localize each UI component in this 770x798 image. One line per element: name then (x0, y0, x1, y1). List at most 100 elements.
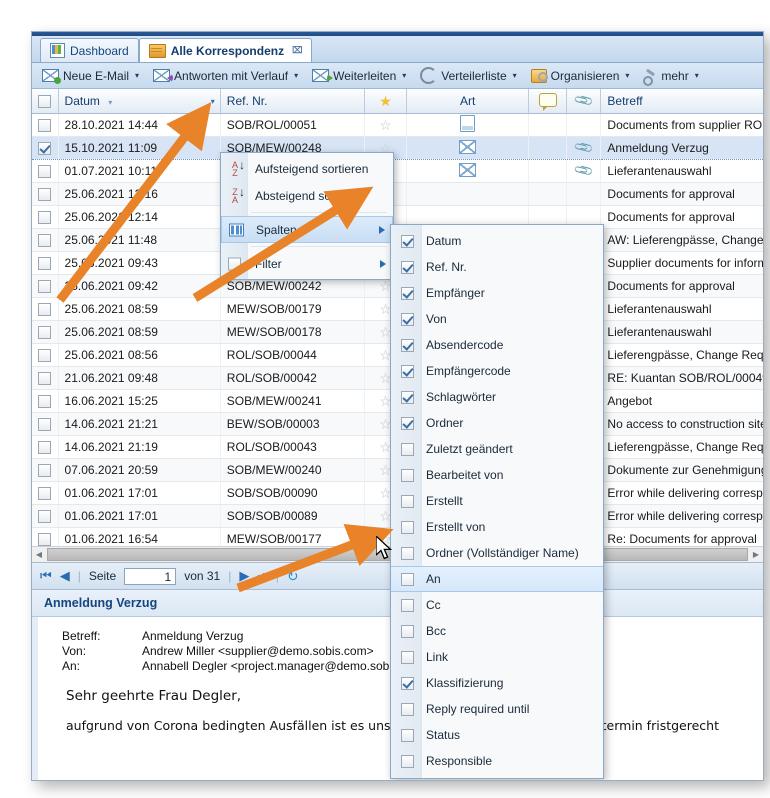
table-row[interactable]: 01.07.2021 10:11MEW/SOB/00182☆📎Lieferant… (32, 160, 763, 183)
row-checkbox[interactable] (38, 257, 51, 270)
column-option-empf-nger[interactable]: Empfänger (391, 280, 603, 306)
column-option-checkbox[interactable] (401, 339, 414, 352)
table-row[interactable]: 25.06.2021 12:16SOB/ROL/00047☆Documents … (32, 183, 763, 206)
column-option-bcc[interactable]: Bcc (391, 618, 603, 644)
column-option-zuletzt-ge-ndert[interactable]: Zuletzt geändert (391, 436, 603, 462)
row-checkbox[interactable] (38, 510, 51, 523)
column-option-link[interactable]: Link (391, 644, 603, 670)
forward-button[interactable]: Weiterleiten ▾ (307, 67, 411, 85)
row-select-cell[interactable] (32, 459, 58, 482)
more-button[interactable]: mehr ▾ (638, 67, 703, 85)
select-all-checkbox[interactable] (38, 95, 51, 108)
row-checkbox[interactable] (38, 395, 51, 408)
column-option-checkbox[interactable] (401, 495, 414, 508)
column-option-absendercode[interactable]: Absendercode (391, 332, 603, 358)
row-checkbox[interactable] (38, 142, 51, 155)
row-select-cell[interactable] (32, 390, 58, 413)
column-option-ordner-vollst-ndiger-name-[interactable]: Ordner (Vollständiger Name) (391, 540, 603, 566)
distribution-list-button[interactable]: Verteilerliste ▾ (415, 65, 521, 86)
column-option-checkbox[interactable] (401, 313, 414, 326)
column-option-checkbox[interactable] (401, 469, 414, 482)
column-option-checkbox[interactable] (401, 729, 414, 742)
row-select-cell[interactable] (32, 114, 58, 137)
row-select-cell[interactable] (32, 344, 58, 367)
column-option-checkbox[interactable] (401, 235, 414, 248)
column-option-checkbox[interactable] (401, 599, 414, 612)
tab-dashboard[interactable]: Dashboard (40, 38, 139, 62)
col-betreff[interactable]: Betreff (601, 89, 763, 114)
row-checkbox[interactable] (38, 372, 51, 385)
row-select-cell[interactable] (32, 160, 58, 183)
chevron-down-icon[interactable]: ▾ (513, 71, 517, 80)
filter-checkbox-icon[interactable] (228, 257, 241, 270)
first-page-button[interactable]: ⏮ (40, 568, 52, 584)
row-select-cell[interactable] (32, 252, 58, 275)
row-checkbox[interactable] (38, 188, 51, 201)
page-number-input[interactable]: 1 (124, 568, 176, 585)
column-option-checkbox[interactable] (401, 521, 414, 534)
scroll-left-icon[interactable]: ◀ (32, 550, 46, 559)
col-favorite[interactable]: ★ (365, 89, 407, 114)
column-option-erstellt-von[interactable]: Erstellt von (391, 514, 603, 540)
column-option-von[interactable]: Von (391, 306, 603, 332)
column-option-cc[interactable]: Cc (391, 592, 603, 618)
chevron-down-icon[interactable]: ▾ (695, 71, 699, 80)
row-checkbox[interactable] (38, 326, 51, 339)
column-option-checkbox[interactable] (401, 625, 414, 638)
column-option-checkbox[interactable] (401, 417, 414, 430)
column-option-schlagw-rter[interactable]: Schlagwörter (391, 384, 603, 410)
row-select-cell[interactable] (32, 367, 58, 390)
row-select-cell[interactable] (32, 505, 58, 528)
column-option-checkbox[interactable] (401, 677, 414, 690)
table-row[interactable]: 28.10.2021 14:44SOB/ROL/00051☆Documents … (32, 114, 763, 137)
column-option-an[interactable]: An (391, 566, 603, 592)
row-select-cell[interactable] (32, 482, 58, 505)
row-checkbox[interactable] (38, 349, 51, 362)
new-mail-button[interactable]: Neue E-Mail ▾ (37, 67, 144, 85)
col-comment[interactable] (529, 89, 567, 114)
next-page-button[interactable]: ▶ (239, 568, 249, 584)
row-checkbox[interactable] (38, 303, 51, 316)
row-select-cell[interactable] (32, 321, 58, 344)
row-select-cell[interactable] (32, 137, 58, 160)
row-select-cell[interactable] (32, 183, 58, 206)
column-option-checkbox[interactable] (401, 703, 414, 716)
column-option-checkbox[interactable] (401, 651, 414, 664)
column-option-bearbeitet-von[interactable]: Bearbeitet von (391, 462, 603, 488)
menu-item-spalten[interactable]: Spalten (221, 216, 393, 243)
row-select-cell[interactable] (32, 275, 58, 298)
row-checkbox[interactable] (38, 234, 51, 247)
cell-favorite[interactable]: ☆ (365, 114, 407, 137)
row-checkbox[interactable] (38, 533, 51, 546)
prev-page-button[interactable]: ◀ (60, 568, 70, 584)
column-option-checkbox[interactable] (401, 365, 414, 378)
column-option-datum[interactable]: Datum (391, 228, 603, 254)
col-art[interactable]: Art (407, 89, 529, 114)
table-row[interactable]: 15.10.2021 11:09SOB/MEW/00248☆📎Anmeldung… (32, 137, 763, 160)
col-datum[interactable]: Datum ▾ ▾ (58, 89, 220, 114)
tab-alle-korrespondenz[interactable]: Alle Korrespondenz ⌧ (139, 38, 313, 62)
column-option-ordner[interactable]: Ordner (391, 410, 603, 436)
column-option-checkbox[interactable] (401, 391, 414, 404)
column-option-ref-nr-[interactable]: Ref. Nr. (391, 254, 603, 280)
column-option-reply-required-until[interactable]: Reply required until (391, 696, 603, 722)
reply-with-history-button[interactable]: Antworten mit Verlauf ▾ (148, 67, 303, 85)
chevron-down-icon[interactable]: ▾ (294, 71, 298, 80)
menu-item-absteigend-sortieren[interactable]: ZA↓Absteigend sortieren (221, 182, 393, 209)
column-option-klassifizierung[interactable]: Klassifizierung (391, 670, 603, 696)
col-refnr[interactable]: Ref. Nr. (220, 89, 364, 114)
column-option-checkbox[interactable] (401, 443, 414, 456)
menu-item-filter[interactable]: Filter (221, 250, 393, 277)
row-checkbox[interactable] (38, 441, 51, 454)
chevron-down-icon[interactable]: ▾ (402, 71, 406, 80)
column-option-checkbox[interactable] (401, 287, 414, 300)
refresh-icon[interactable]: ↻ (287, 568, 299, 585)
close-icon[interactable]: ⌧ (292, 45, 302, 56)
column-menu-caret-icon[interactable]: ▾ (211, 97, 215, 106)
row-checkbox[interactable] (38, 165, 51, 178)
col-select-all[interactable] (32, 89, 58, 114)
star-outline-icon[interactable]: ☆ (379, 117, 392, 133)
row-checkbox[interactable] (38, 119, 51, 132)
col-attachment[interactable]: 📎 (567, 89, 601, 114)
column-option-checkbox[interactable] (401, 755, 414, 768)
